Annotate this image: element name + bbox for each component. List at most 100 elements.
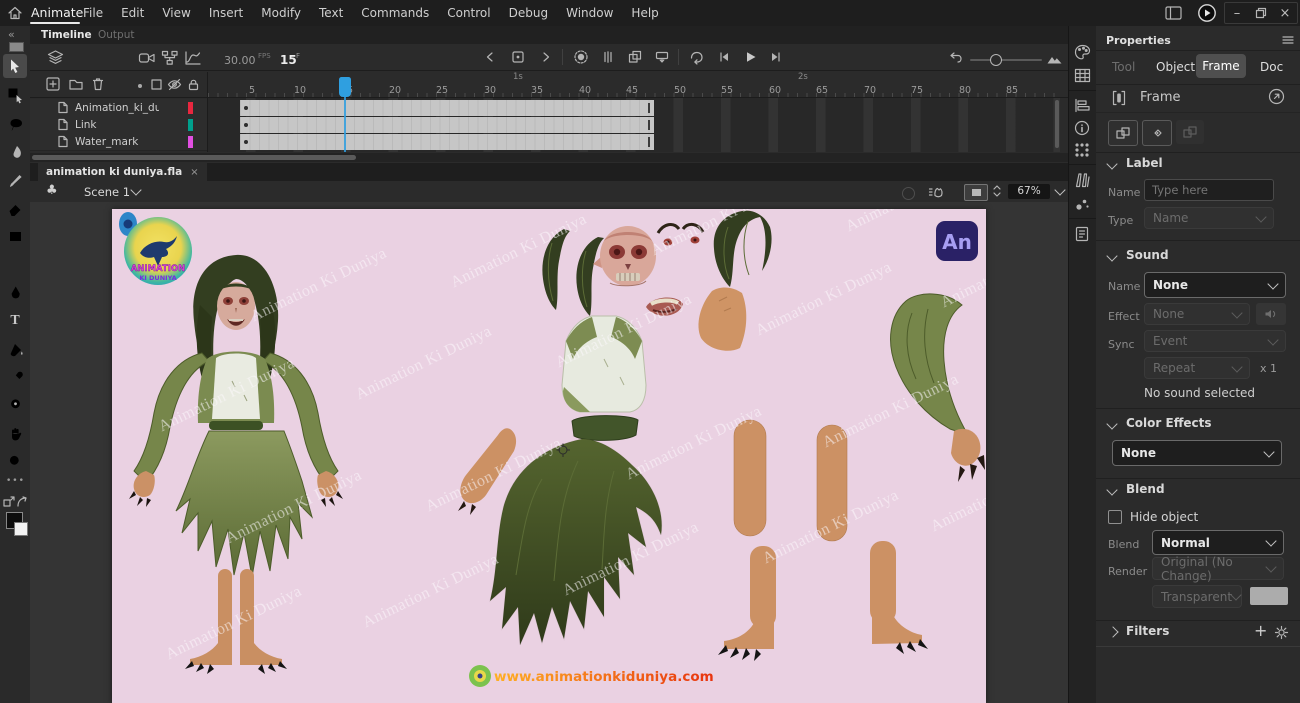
- label-section-chevron[interactable]: [1106, 158, 1117, 169]
- delete-layer-icon[interactable]: [90, 76, 106, 92]
- zoom-tool[interactable]: [3, 449, 27, 473]
- classic-brush-tool[interactable]: [3, 168, 27, 192]
- layers-frames-splitter[interactable]: [207, 72, 208, 152]
- sound-name-select[interactable]: None: [1144, 272, 1286, 298]
- properties-title[interactable]: Properties: [1106, 34, 1171, 47]
- keyframe-convert-button[interactable]: [1108, 120, 1138, 146]
- frame-span[interactable]: [240, 117, 654, 133]
- playhead[interactable]: [339, 77, 351, 97]
- rectangle-tool[interactable]: [3, 224, 27, 248]
- menu-item-edit[interactable]: Edit: [112, 6, 153, 20]
- timeline-zoom-slider-knob[interactable]: [990, 54, 1002, 66]
- line-tool[interactable]: [3, 252, 27, 276]
- lock-column-icon[interactable]: [187, 78, 200, 91]
- tab-timeline[interactable]: Timeline: [41, 29, 92, 41]
- menu-item-view[interactable]: View: [153, 6, 199, 20]
- scene-dropdown-chevron[interactable]: [132, 189, 140, 194]
- test-movie-button[interactable]: [1196, 2, 1218, 24]
- menu-item-insert[interactable]: Insert: [200, 6, 252, 20]
- highlight-column-icon[interactable]: [138, 84, 142, 88]
- edit-scene-icon[interactable]: ♣: [46, 183, 58, 198]
- asset-warp-tool[interactable]: [3, 393, 27, 417]
- menu-item-commands[interactable]: Commands: [352, 6, 438, 20]
- play-icon[interactable]: [742, 49, 758, 65]
- particles-panel-icon[interactable]: [1074, 196, 1090, 212]
- previous-keyframe-icon[interactable]: [482, 49, 498, 65]
- open-library-icon[interactable]: [1268, 88, 1285, 105]
- menu-item-modify[interactable]: Modify: [252, 6, 310, 20]
- free-transform-tool[interactable]: [3, 83, 27, 107]
- label-section-title[interactable]: Label: [1126, 156, 1163, 170]
- color-effects-select[interactable]: None: [1112, 440, 1282, 466]
- restore-button[interactable]: [1249, 3, 1273, 23]
- close-button[interactable]: ×: [1273, 3, 1297, 23]
- home-button[interactable]: [5, 3, 25, 23]
- swatches-panel-icon[interactable]: [1074, 68, 1091, 83]
- sound-section-chevron[interactable]: [1106, 250, 1117, 261]
- fast-preview-icon[interactable]: [928, 184, 944, 199]
- camera-icon[interactable]: [138, 50, 156, 66]
- properties-tab-object[interactable]: Object: [1156, 60, 1195, 74]
- layer-name[interactable]: Link: [75, 119, 97, 131]
- hand-tool[interactable]: [3, 421, 27, 445]
- eraser-tool[interactable]: [3, 196, 27, 220]
- sound-repeat-times[interactable]: x 1: [1260, 362, 1277, 375]
- clip-content-button[interactable]: [964, 184, 988, 201]
- loop-playback-icon[interactable]: [688, 49, 705, 65]
- color-effects-title[interactable]: Color Effects: [1126, 416, 1212, 430]
- pen-tool[interactable]: [3, 281, 27, 305]
- timeline-hscroll-thumb[interactable]: [32, 155, 356, 160]
- layer-color-swatch[interactable]: [188, 119, 193, 131]
- new-folder-icon[interactable]: [68, 76, 84, 92]
- next-keyframe-icon[interactable]: [538, 49, 554, 65]
- properties-tab-frame[interactable]: Frame: [1196, 54, 1246, 78]
- sync-symbols-button[interactable]: [1142, 120, 1172, 146]
- timeline-vscroll-thumb[interactable]: [1055, 100, 1059, 148]
- stage-canvas[interactable]: ANIMATION KI DUNIYA: [112, 209, 986, 703]
- eyedropper-tool[interactable]: [3, 365, 27, 389]
- marker-range-icon[interactable]: [654, 49, 670, 65]
- zoom-stepper[interactable]: [992, 183, 1002, 199]
- onion-skin-outline-icon[interactable]: [600, 49, 616, 65]
- properties-tab-tool[interactable]: Tool: [1112, 60, 1135, 74]
- selection-tool[interactable]: [3, 54, 27, 78]
- info-panel-icon[interactable]: [1074, 120, 1090, 136]
- layer-row-animation-ki-duniya[interactable]: Animation_ki_dun...: [30, 99, 207, 117]
- document-tab-close-icon[interactable]: ×: [190, 167, 198, 178]
- properties-tab-doc[interactable]: Doc: [1260, 60, 1283, 74]
- blend-section-chevron[interactable]: [1106, 484, 1117, 495]
- rotation-reset-icon[interactable]: [902, 187, 915, 200]
- snap-align-icon[interactable]: [16, 496, 28, 508]
- sound-section-title[interactable]: Sound: [1126, 248, 1169, 262]
- menu-item-debug[interactable]: Debug: [500, 6, 557, 20]
- layer-color-swatch[interactable]: [188, 102, 193, 114]
- outline-column-icon[interactable]: [150, 78, 163, 91]
- visibility-column-icon[interactable]: [167, 78, 182, 91]
- layer-name[interactable]: Animation_ki_dun...: [75, 102, 159, 114]
- stroke-color-swatch[interactable]: [14, 522, 28, 536]
- layer-row-water-mark[interactable]: Water_mark: [30, 133, 207, 151]
- insert-keyframe-icon[interactable]: [510, 49, 526, 65]
- menu-item-window[interactable]: Window: [557, 6, 622, 20]
- docked-panel-thumb[interactable]: [9, 42, 24, 52]
- filters-section-chevron[interactable]: [1107, 626, 1118, 637]
- lasso-tool[interactable]: [3, 112, 27, 136]
- filters-section-title[interactable]: Filters: [1126, 624, 1169, 638]
- current-frame-value[interactable]: 15: [280, 53, 297, 67]
- zoom-dropdown-chevron[interactable]: [1056, 189, 1064, 194]
- timeline-hscroll-track[interactable]: [30, 153, 1068, 162]
- minimize-button[interactable]: –: [1225, 3, 1249, 23]
- panel-menu-icon[interactable]: [1282, 35, 1294, 45]
- timeline-zoom-slider-track[interactable]: [970, 59, 1042, 61]
- collapse-panel-icon[interactable]: «: [8, 28, 15, 41]
- layers-stack-icon[interactable]: [46, 49, 65, 68]
- zoom-level-field[interactable]: 67%: [1008, 184, 1050, 199]
- brush-library-panel-icon[interactable]: [1074, 172, 1091, 188]
- layer-row-link[interactable]: Link: [30, 116, 207, 134]
- fps-value[interactable]: 30.00: [224, 54, 256, 67]
- workspace-switcher-icon[interactable]: [1163, 4, 1183, 22]
- add-filter-button[interactable]: +: [1254, 621, 1267, 640]
- edit-multiple-frames-icon[interactable]: [627, 49, 643, 65]
- step-forward-icon[interactable]: [768, 49, 784, 65]
- blend-select[interactable]: Normal: [1152, 530, 1284, 555]
